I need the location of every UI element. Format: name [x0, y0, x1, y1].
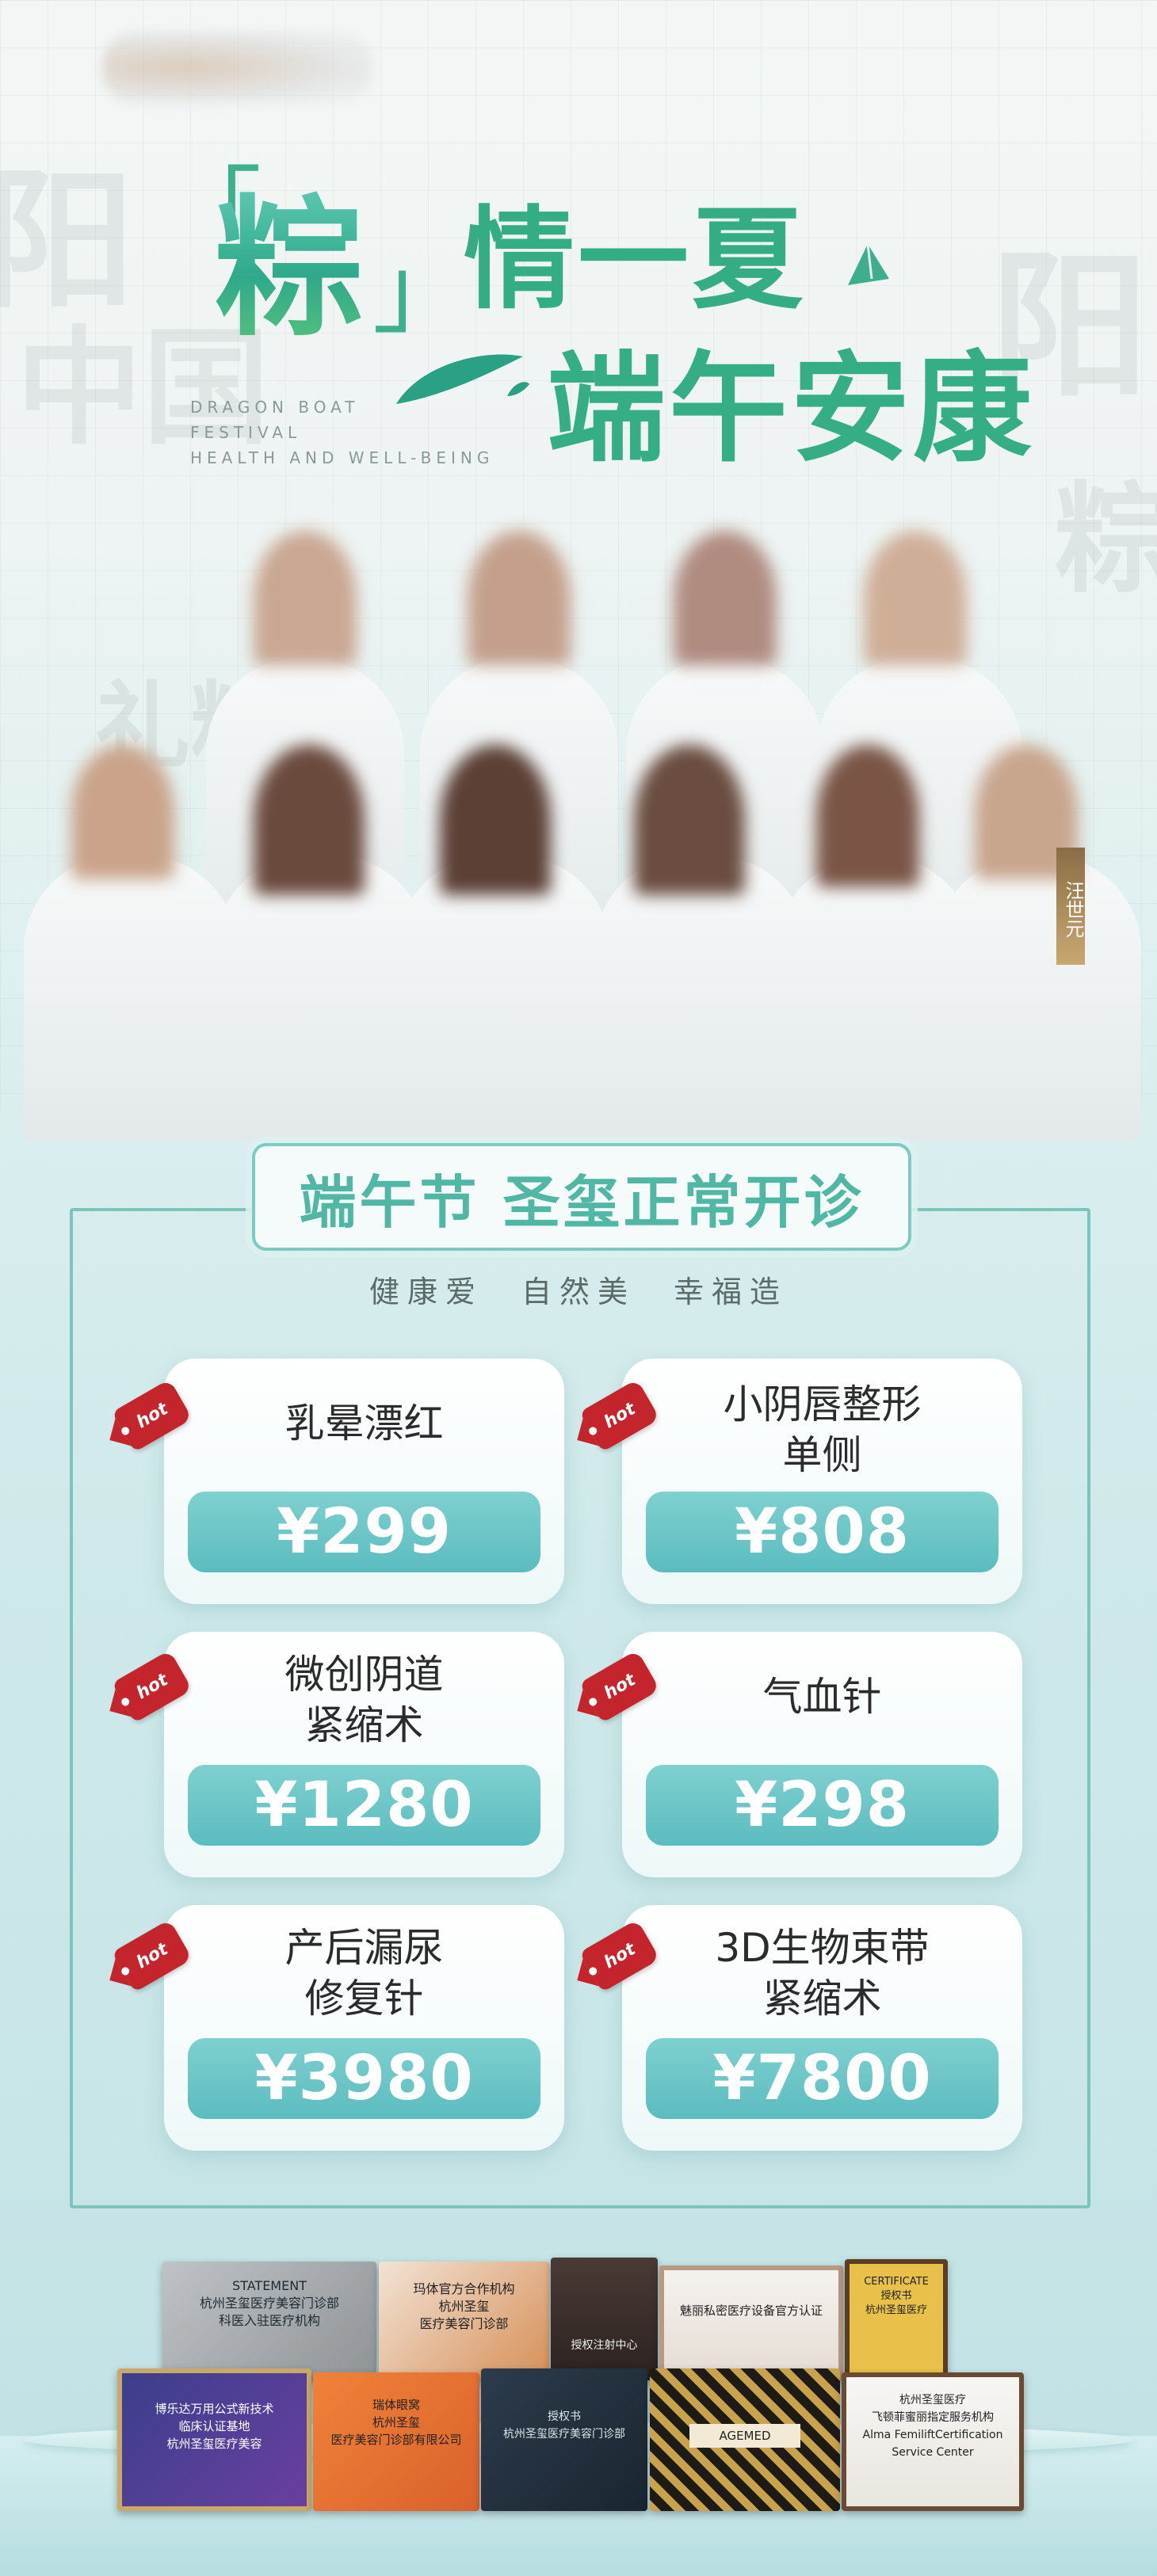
certificate: 瑞体眼窝 杭州圣玺 医疗美容门诊部有限公司 — [313, 2372, 479, 2511]
certificate: 杭州圣玺医疗 飞顿菲蜜丽指定服务机构 Alma FemiliftCertific… — [842, 2372, 1024, 2511]
certificate: 授权注射中心 — [551, 2258, 658, 2380]
brand-logo — [103, 32, 372, 103]
price-bar: ¥1280 — [188, 1765, 540, 1846]
headline-bracket-right: 」 — [372, 237, 468, 347]
service-name: 微创阴道 紧缩术 — [284, 1652, 444, 1748]
service-card[interactable]: 气血针 ¥298 — [622, 1632, 1022, 1877]
service-price: ¥298 — [734, 1770, 911, 1841]
certificate: CERTIFICATE 授权书 杭州圣玺医疗 — [845, 2259, 948, 2378]
service-card[interactable]: 微创阴道 紧缩术 ¥1280 — [164, 1632, 564, 1877]
headline-line2: 端午安康 — [547, 341, 1036, 478]
certificate-text: 授权书 杭州圣玺医疗美容门诊部 — [503, 2410, 625, 2441]
price-bar: ¥299 — [188, 1492, 540, 1572]
certificate-text: AGEMED — [689, 2424, 800, 2448]
certificate: 魅丽私密医疗设备官方认证 — [659, 2265, 843, 2380]
price-bar: ¥298 — [646, 1765, 999, 1846]
tagline: 健康爱 自然美 幸福造 — [368, 1275, 788, 1309]
certificate-text: CERTIFICATE 授权书 杭州圣玺医疗 — [864, 2276, 929, 2316]
price-bar: ¥7800 — [646, 2038, 999, 2119]
service-price: ¥7800 — [712, 2043, 932, 2114]
certificate-text: 玛体官方合作机构 杭州圣玺 医疗美容门诊部 — [413, 2281, 515, 2331]
banner-text: 端午节 圣玺正常开诊 — [299, 1168, 865, 1236]
service-name: 产后漏尿 修复针 — [284, 1925, 444, 2022]
certificate: 博乐达万用公式新技术 临床认证基地 杭州圣玺医疗美容 — [117, 2368, 311, 2511]
service-card[interactable]: 小阴唇整形 单侧 ¥808 — [622, 1358, 1022, 1604]
doctor-name-plate: 汪世元 — [1056, 848, 1085, 965]
service-name: 气血针 — [762, 1674, 882, 1720]
certificate-text: 博乐达万用公式新技术 临床认证基地 杭州圣玺医疗美容 — [155, 2402, 274, 2451]
certificate-text: 魅丽私密医疗设备官方认证 — [679, 2304, 823, 2318]
service-card[interactable]: 3D生物束带 紧缩术 ¥7800 — [622, 1905, 1022, 2151]
headline-line1: 情一夏 — [464, 196, 807, 325]
price-bar: ¥808 — [646, 1492, 999, 1572]
doctor-team-photo: 汪世元 — [24, 507, 1141, 1141]
certificate-text: 瑞体眼窝 杭州圣玺 医疗美容门诊部有限公司 — [330, 2398, 462, 2447]
open-notice-banner: 端午节 圣玺正常开诊 — [252, 1143, 911, 1251]
certificate: 授权书 杭州圣玺医疗美容门诊部 — [481, 2368, 647, 2511]
certificate: STATEMENT 杭州圣玺医疗美容门诊部 科医入驻医疗机构 — [162, 2262, 376, 2380]
service-price: ¥808 — [734, 1496, 911, 1568]
headline-zong: 粽 — [214, 147, 368, 364]
zongzi-leaf-icon — [848, 243, 889, 285]
service-card[interactable]: 产后漏尿 修复针 ¥3980 — [164, 1905, 564, 2151]
service-name: 乳晕漂红 — [284, 1400, 444, 1446]
price-bar: ¥3980 — [188, 2038, 540, 2119]
certificate: AGEMED — [650, 2368, 840, 2511]
certificate-text: 杭州圣玺医疗 飞顿菲蜜丽指定服务机构 Alma FemiliftCertific… — [862, 2394, 1003, 2459]
english-line: FESTIVAL — [190, 423, 302, 442]
english-subtitle: DRAGON BOAT FESTIVAL HEALTH AND WELL-BEI… — [190, 394, 494, 471]
service-name: 3D生物束带 紧缩术 — [715, 1925, 930, 2022]
service-card[interactable]: 乳晕漂红 ¥299 — [164, 1358, 564, 1604]
service-price: ¥3980 — [254, 2043, 474, 2114]
service-price: ¥299 — [276, 1496, 452, 1568]
certificate: 玛体官方合作机构 杭州圣玺 医疗美容门诊部 — [379, 2262, 549, 2380]
english-line: DRAGON BOAT — [190, 398, 360, 417]
certificate-text: STATEMENT 杭州圣玺医疗美容门诊部 科医入驻医疗机构 — [199, 2278, 339, 2328]
service-name: 小阴唇整形 单侧 — [723, 1381, 922, 1478]
certificate-text: 授权注射中心 — [571, 2339, 638, 2352]
english-line: HEALTH AND WELL-BEING — [190, 448, 494, 467]
service-price: ¥1280 — [254, 1770, 474, 1841]
